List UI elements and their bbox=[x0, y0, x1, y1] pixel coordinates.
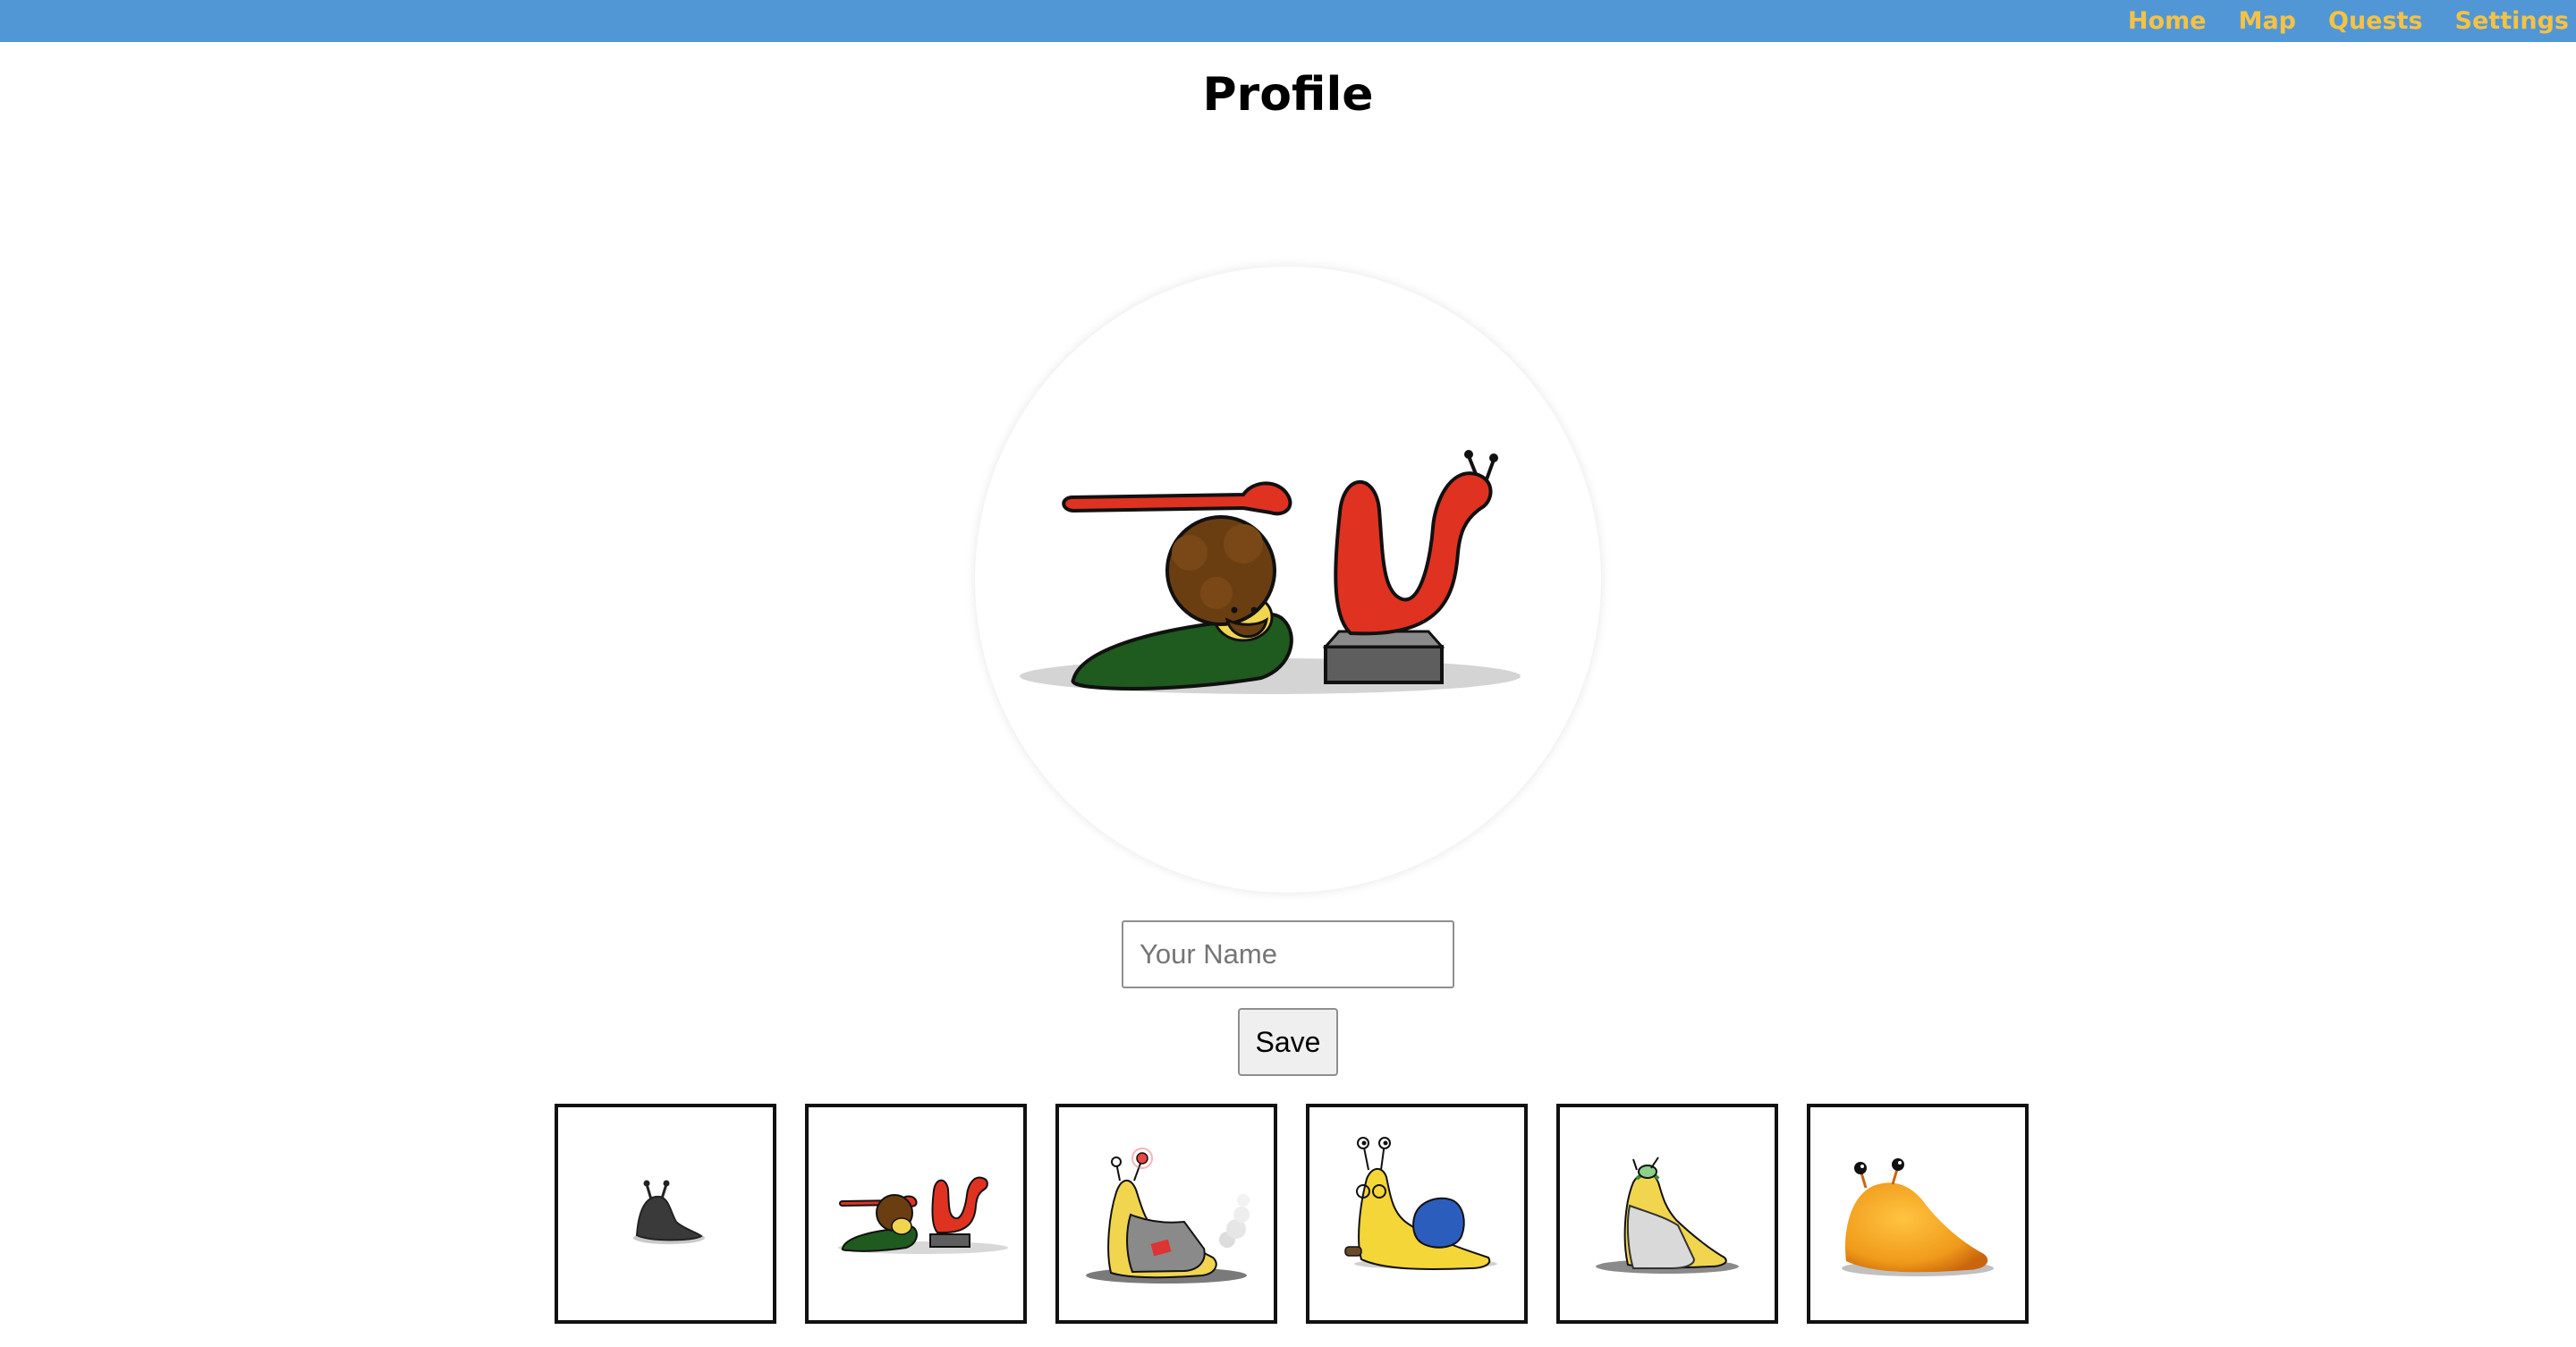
avatar-option-lab-coat-slug[interactable] bbox=[1556, 1104, 1778, 1324]
robot-slug-icon bbox=[1086, 1148, 1250, 1283]
avatar-option-backpack-slug[interactable] bbox=[1306, 1104, 1528, 1324]
avatar-option-robot-slug[interactable] bbox=[1055, 1104, 1277, 1324]
nav-home-link[interactable]: Home bbox=[2128, 7, 2207, 35]
afro-slug-illustration bbox=[1020, 450, 1521, 694]
nav-quests-link[interactable]: Quests bbox=[2328, 7, 2423, 35]
afro-slug-icon bbox=[838, 1176, 1008, 1254]
main-nav: Home Map Quests Settings bbox=[2096, 0, 2576, 42]
save-button[interactable]: Save bbox=[1238, 1008, 1338, 1076]
page-title: Profile bbox=[1202, 68, 1374, 122]
selected-avatar-preview bbox=[975, 267, 1601, 893]
backpack-slug-icon bbox=[1344, 1137, 1497, 1270]
avatar-option-afro-slug[interactable] bbox=[805, 1104, 1027, 1324]
avatar-option-shadow-slug[interactable] bbox=[555, 1104, 776, 1324]
nav-settings-link[interactable]: Settings bbox=[2455, 7, 2569, 35]
top-nav-bar: Home Map Quests Settings bbox=[0, 0, 2576, 42]
lab-coat-slug-icon bbox=[1596, 1156, 1739, 1274]
orange-slug-icon bbox=[1842, 1158, 1994, 1276]
avatar-option-orange-slug[interactable] bbox=[1807, 1104, 2029, 1324]
shadow-slug-icon bbox=[633, 1180, 705, 1244]
name-input[interactable] bbox=[1122, 920, 1454, 988]
nav-map-link[interactable]: Map bbox=[2239, 7, 2296, 35]
